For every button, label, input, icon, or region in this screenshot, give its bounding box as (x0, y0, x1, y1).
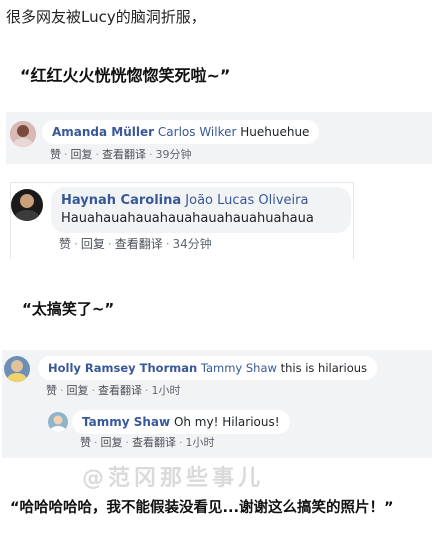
translate-link[interactable]: 查看翻译 (102, 148, 146, 161)
intro-text: 很多网友被Lucy的脑洞折服， (6, 8, 206, 26)
like-link[interactable]: 赞 (50, 148, 61, 161)
like-link[interactable]: 赞 (80, 436, 91, 449)
comment-time[interactable]: 39分钟 (156, 148, 192, 161)
reply-link[interactable]: 回复 (81, 237, 105, 251)
avatar[interactable] (4, 356, 30, 382)
reply-link[interactable]: 回复 (67, 384, 89, 397)
comment-time[interactable]: 1小时 (186, 436, 215, 449)
comment-author[interactable]: Holly Ramsey Thorman (48, 361, 197, 375)
comment-text: this is hilarious (276, 361, 368, 375)
like-link[interactable]: 赞 (59, 237, 71, 251)
comment-panel-1: Amanda Müller Carlos Wilker Huehuehue 赞 ·… (6, 112, 432, 164)
reply-link[interactable]: 回复 (71, 148, 93, 161)
avatar[interactable] (48, 412, 68, 432)
comment-time[interactable]: 34分钟 (173, 237, 212, 251)
comment-mention[interactable]: João Lucas Oliveira (185, 193, 308, 208)
comment-text: Huehuehue (236, 125, 310, 139)
comment-actions: 赞 · 回复 · 查看翻译 · 39分钟 (50, 148, 192, 161)
comment-actions: 赞 · 回复 · 查看翻译 · 34分钟 (59, 237, 212, 251)
comment-text: Hauahauahauahauahauahauahuahaua (61, 211, 314, 226)
comment-actions: 赞 · 回复 · 查看翻译 · 1小时 (46, 384, 181, 397)
comment-text: Oh my! Hilarious! (170, 415, 280, 429)
comment-mention[interactable]: Carlos Wilker (158, 125, 237, 139)
comment-bubble: Amanda Müller Carlos Wilker Huehuehue (42, 120, 320, 144)
comment-panel-3: Holly Ramsey Thorman Tammy Shaw this is … (2, 350, 432, 458)
reply-bubble: Tammy Shaw Oh my! Hilarious! (72, 410, 290, 434)
reply-actions: 赞 · 回复 · 查看翻译 · 1小时 (80, 436, 215, 449)
comment-time[interactable]: 1小时 (152, 384, 181, 397)
comment-author[interactable]: Amanda Müller (52, 125, 154, 139)
comment-bubble: Haynah Carolina João Lucas Oliveira Haua… (51, 187, 351, 233)
comment-author[interactable]: Haynah Carolina (61, 193, 181, 208)
comment-author[interactable]: Tammy Shaw (82, 415, 170, 429)
quote-1: “红红火火恍恍惚惚笑死啦~” (20, 66, 231, 85)
translate-link[interactable]: 查看翻译 (98, 384, 142, 397)
avatar[interactable] (11, 189, 43, 221)
translate-link[interactable]: 查看翻译 (115, 237, 163, 251)
quote-3: “哈哈哈哈哈，我不能假装没看见...谢谢这么搞笑的照片！” (10, 500, 394, 516)
translate-link[interactable]: 查看翻译 (132, 436, 176, 449)
comment-bubble: Holly Ramsey Thorman Tammy Shaw this is … (38, 356, 378, 380)
comment-mention[interactable]: Tammy Shaw (201, 361, 277, 375)
quote-2: “太搞笑了~” (22, 300, 115, 318)
watermark: @范冈那些事儿 (82, 466, 265, 491)
avatar[interactable] (10, 121, 36, 147)
like-link[interactable]: 赞 (46, 384, 57, 397)
reply-link[interactable]: 回复 (101, 436, 123, 449)
comment-panel-2: Haynah Carolina João Lucas Oliveira Haua… (10, 182, 354, 259)
